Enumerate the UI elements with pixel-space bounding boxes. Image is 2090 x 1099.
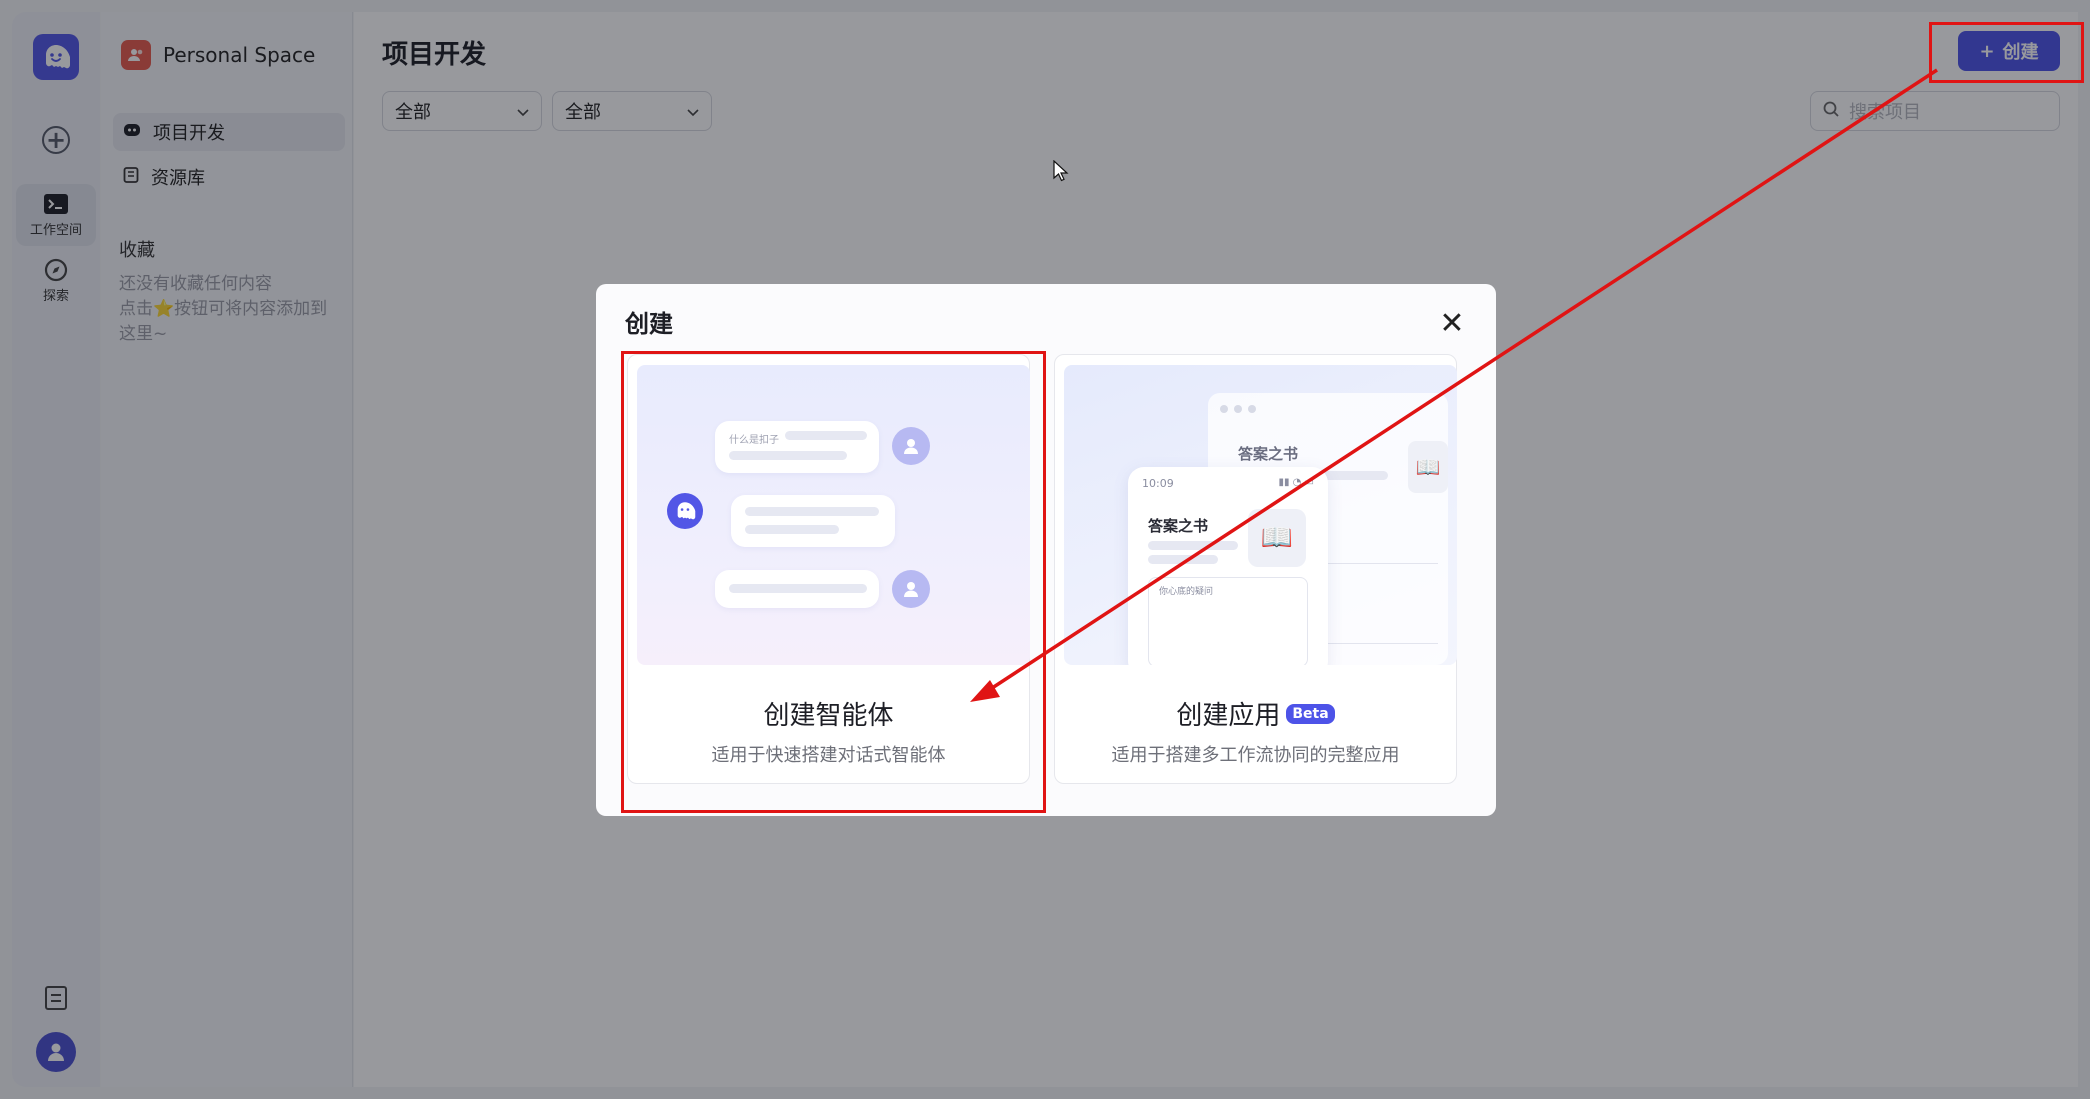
beta-badge: Beta	[1286, 703, 1335, 724]
card-title-text: 创建应用	[1176, 701, 1281, 731]
signal-icon: ▮▮ ◔ ▭	[1278, 477, 1314, 488]
annotation-highlight-create-button	[1929, 22, 2084, 83]
app-illustration: 答案之书 📖 10:09 ▮▮ ◔ ▭ 答案之书 📖 你心底的疑问	[1064, 365, 1457, 665]
annotation-highlight-agent-card	[621, 351, 1046, 813]
card-subtitle: 适用于搭建多工作流协同的完整应用	[1111, 745, 1400, 766]
create-app-card[interactable]: 答案之书 📖 10:09 ▮▮ ◔ ▭ 答案之书 📖 你心底的疑问 创建应用 B…	[1054, 354, 1457, 784]
phone-mock: 10:09 ▮▮ ◔ ▭ 答案之书 📖 你心底的疑问	[1128, 467, 1328, 665]
text-placeholder-bar	[1148, 541, 1238, 550]
phone-input-mock: 你心底的疑问	[1148, 577, 1308, 665]
phone-time: 10:09	[1142, 477, 1174, 490]
book-icon: 📖	[1248, 509, 1306, 567]
window-dot	[1220, 405, 1228, 413]
phone-input-hint: 你心底的疑问	[1159, 587, 1214, 597]
mouse-cursor-icon	[1053, 160, 1069, 182]
text-placeholder-bar	[1148, 555, 1218, 564]
book-icon: 📖	[1408, 441, 1448, 493]
modal-title: 创建	[625, 310, 673, 338]
card-title: 创建应用 Beta	[1055, 695, 1456, 732]
window-dot	[1248, 405, 1256, 413]
window-app-name: 答案之书	[1238, 445, 1299, 463]
close-icon[interactable]: ✕	[1436, 308, 1468, 340]
phone-app-name: 答案之书	[1148, 517, 1209, 535]
window-dot	[1234, 405, 1242, 413]
